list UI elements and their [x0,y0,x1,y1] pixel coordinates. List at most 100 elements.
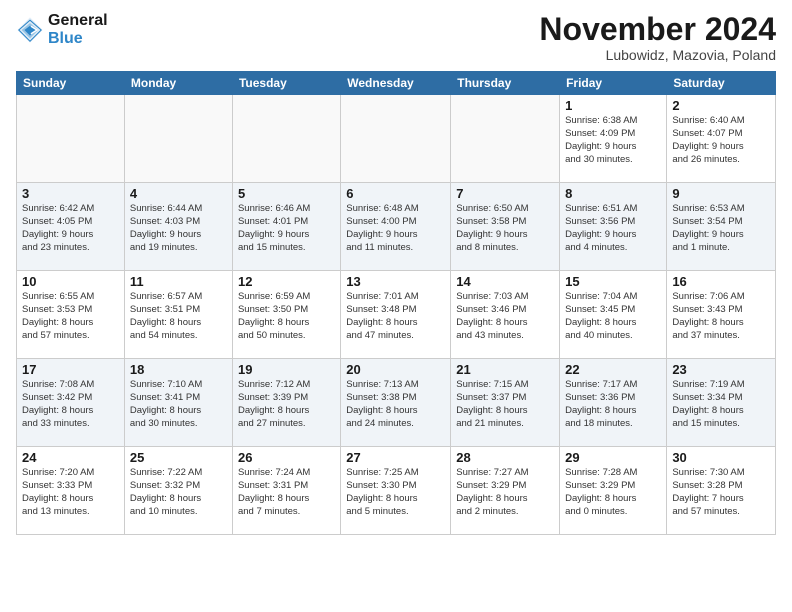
day-info: Sunrise: 7:01 AM Sunset: 3:48 PM Dayligh… [346,291,445,342]
col-tuesday: Tuesday [232,72,340,95]
col-saturday: Saturday [667,72,776,95]
calendar-cell: 13 Sunrise: 7:01 AM Sunset: 3:48 PM Dayli… [341,271,451,359]
day-info: Sunrise: 6:40 AM Sunset: 4:07 PM Dayligh… [672,115,770,166]
day-info: Sunrise: 7:15 AM Sunset: 3:37 PM Dayligh… [456,379,554,430]
calendar-cell: 18Sunrise: 7:10 AM Sunset: 3:41 PM Dayli… [124,359,232,447]
day-info: Sunrise: 7:24 AM Sunset: 3:31 PM Dayligh… [238,467,335,518]
day-info: Sunrise: 7:10 AM Sunset: 3:41 PM Dayligh… [130,379,227,430]
day-info: Sunrise: 6:46 AM Sunset: 4:01 PM Dayligh… [238,203,335,254]
day-number: 15 [565,274,661,289]
day-info: Sunrise: 7:06 AM Sunset: 3:43 PM Dayligh… [672,291,770,342]
subtitle: Lubowidz, Mazovia, Poland [539,47,776,63]
day-info: Sunrise: 6:48 AM Sunset: 4:00 PM Dayligh… [346,203,445,254]
calendar-cell: 5 Sunrise: 6:46 AM Sunset: 4:01 PM Daylig… [232,183,340,271]
logo-text: General Blue [48,12,108,49]
day-info: Sunrise: 6:55 AM Sunset: 3:53 PM Dayligh… [22,291,119,342]
month-title: November 2024 [539,12,776,47]
calendar-cell: 4 Sunrise: 6:44 AM Sunset: 4:03 PM Daylig… [124,183,232,271]
day-info: Sunrise: 6:51 AM Sunset: 3:56 PM Dayligh… [565,203,661,254]
calendar-cell: 6Sunrise: 6:48 AM Sunset: 4:00 PM Daylig… [341,183,451,271]
day-info: Sunrise: 7:30 AM Sunset: 3:28 PM Dayligh… [672,467,770,518]
calendar-cell: 1 Sunrise: 6:38 AM Sunset: 4:09 PM Daylig… [560,95,667,183]
day-number: 1 [565,98,661,113]
calendar-week-5: 24Sunrise: 7:20 AM Sunset: 3:33 PM Dayli… [17,447,776,535]
calendar-cell: 29Sunrise: 7:28 AM Sunset: 3:29 PM Dayli… [560,447,667,535]
day-info: Sunrise: 7:03 AM Sunset: 3:46 PM Dayligh… [456,291,554,342]
day-number: 29 [565,450,661,465]
calendar-cell: 30 Sunrise: 7:30 AM Sunset: 3:28 PM Dayli… [667,447,776,535]
calendar: Sunday Monday Tuesday Wednesday Thursday… [16,71,776,535]
calendar-cell: 27 Sunrise: 7:25 AM Sunset: 3:30 PM Dayli… [341,447,451,535]
day-info: Sunrise: 7:12 AM Sunset: 3:39 PM Dayligh… [238,379,335,430]
day-number: 5 [238,186,335,201]
calendar-cell: 14 Sunrise: 7:03 AM Sunset: 3:46 PM Dayli… [451,271,560,359]
day-number: 8 [565,186,661,201]
calendar-cell [451,95,560,183]
calendar-cell [341,95,451,183]
day-info: Sunrise: 7:13 AM Sunset: 3:38 PM Dayligh… [346,379,445,430]
day-number: 26 [238,450,335,465]
day-number: 30 [672,450,770,465]
calendar-cell: 20 Sunrise: 7:13 AM Sunset: 3:38 PM Dayli… [341,359,451,447]
calendar-week-1: 1 Sunrise: 6:38 AM Sunset: 4:09 PM Daylig… [17,95,776,183]
title-area: November 2024 Lubowidz, Mazovia, Poland [539,12,776,63]
col-friday: Friday [560,72,667,95]
calendar-cell [232,95,340,183]
day-info: Sunrise: 7:17 AM Sunset: 3:36 PM Dayligh… [565,379,661,430]
day-number: 3 [22,186,119,201]
calendar-cell: 3 Sunrise: 6:42 AM Sunset: 4:05 PM Daylig… [17,183,125,271]
day-number: 10 [22,274,119,289]
day-info: Sunrise: 6:42 AM Sunset: 4:05 PM Dayligh… [22,203,119,254]
day-info: Sunrise: 6:57 AM Sunset: 3:51 PM Dayligh… [130,291,227,342]
calendar-cell: 26 Sunrise: 7:24 AM Sunset: 3:31 PM Dayli… [232,447,340,535]
calendar-header: Sunday Monday Tuesday Wednesday Thursday… [17,72,776,95]
day-number: 22 [565,362,661,377]
day-number: 2 [672,98,770,113]
day-number: 9 [672,186,770,201]
calendar-cell: 24Sunrise: 7:20 AM Sunset: 3:33 PM Dayli… [17,447,125,535]
day-number: 14 [456,274,554,289]
day-number: 27 [346,450,445,465]
calendar-cell [124,95,232,183]
day-info: Sunrise: 6:44 AM Sunset: 4:03 PM Dayligh… [130,203,227,254]
day-number: 13 [346,274,445,289]
calendar-week-3: 10 Sunrise: 6:55 AM Sunset: 3:53 PM Dayli… [17,271,776,359]
day-number: 7 [456,186,554,201]
col-sunday: Sunday [17,72,125,95]
day-info: Sunrise: 7:25 AM Sunset: 3:30 PM Dayligh… [346,467,445,518]
calendar-cell: 23Sunrise: 7:19 AM Sunset: 3:34 PM Dayli… [667,359,776,447]
col-thursday: Thursday [451,72,560,95]
calendar-cell: 8 Sunrise: 6:51 AM Sunset: 3:56 PM Daylig… [560,183,667,271]
day-number: 25 [130,450,227,465]
calendar-cell: 2 Sunrise: 6:40 AM Sunset: 4:07 PM Daylig… [667,95,776,183]
calendar-week-2: 3 Sunrise: 6:42 AM Sunset: 4:05 PM Daylig… [17,183,776,271]
day-number: 12 [238,274,335,289]
day-number: 19 [238,362,335,377]
day-info: Sunrise: 6:53 AM Sunset: 3:54 PM Dayligh… [672,203,770,254]
day-info: Sunrise: 6:59 AM Sunset: 3:50 PM Dayligh… [238,291,335,342]
day-number: 20 [346,362,445,377]
day-number: 16 [672,274,770,289]
calendar-cell [17,95,125,183]
day-number: 28 [456,450,554,465]
calendar-cell: 17 Sunrise: 7:08 AM Sunset: 3:42 PM Dayli… [17,359,125,447]
logo: General Blue [16,12,108,49]
day-info: Sunrise: 7:04 AM Sunset: 3:45 PM Dayligh… [565,291,661,342]
day-info: Sunrise: 7:20 AM Sunset: 3:33 PM Dayligh… [22,467,119,518]
header-row: Sunday Monday Tuesday Wednesday Thursday… [17,72,776,95]
day-info: Sunrise: 7:19 AM Sunset: 3:34 PM Dayligh… [672,379,770,430]
day-number: 17 [22,362,119,377]
calendar-cell: 10 Sunrise: 6:55 AM Sunset: 3:53 PM Dayli… [17,271,125,359]
day-info: Sunrise: 6:38 AM Sunset: 4:09 PM Dayligh… [565,115,661,166]
day-info: Sunrise: 7:08 AM Sunset: 3:42 PM Dayligh… [22,379,119,430]
day-info: Sunrise: 7:27 AM Sunset: 3:29 PM Dayligh… [456,467,554,518]
day-number: 4 [130,186,227,201]
col-wednesday: Wednesday [341,72,451,95]
calendar-cell: 25Sunrise: 7:22 AM Sunset: 3:32 PM Dayli… [124,447,232,535]
calendar-cell: 28 Sunrise: 7:27 AM Sunset: 3:29 PM Dayli… [451,447,560,535]
day-info: Sunrise: 6:50 AM Sunset: 3:58 PM Dayligh… [456,203,554,254]
calendar-cell: 19 Sunrise: 7:12 AM Sunset: 3:39 PM Dayli… [232,359,340,447]
calendar-cell: 9 Sunrise: 6:53 AM Sunset: 3:54 PM Daylig… [667,183,776,271]
calendar-week-4: 17 Sunrise: 7:08 AM Sunset: 3:42 PM Dayli… [17,359,776,447]
calendar-cell: 16 Sunrise: 7:06 AM Sunset: 3:43 PM Dayli… [667,271,776,359]
